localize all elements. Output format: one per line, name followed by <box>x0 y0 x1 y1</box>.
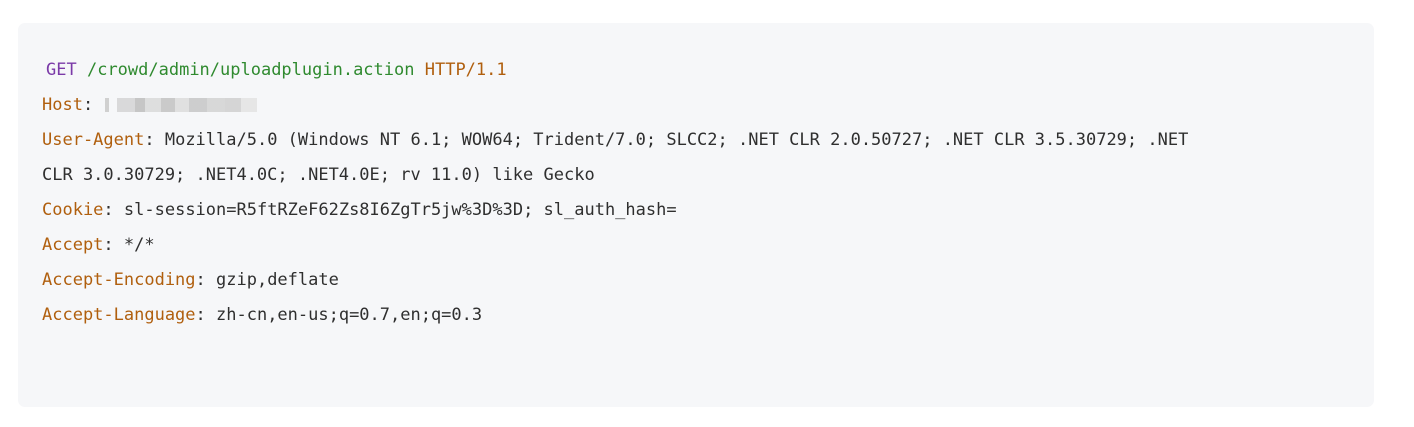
header-value-continued: CLR 3.0.30729; .NET4.0C; .NET4.0E; rv 11… <box>42 165 595 185</box>
header-value: sl-session=R5ftRZeF62Zs8I6ZgTr5jw%3D%3D;… <box>123 200 677 220</box>
header-value: zh-cn,en-us;q=0.7,en;q=0.3 <box>216 305 483 325</box>
header-key: Host <box>42 95 83 115</box>
header-key: Cookie <box>42 200 104 220</box>
header-line-accept: Accept: */* <box>42 228 1374 263</box>
redacted-host-value <box>105 98 258 112</box>
header-line-host: Host: <box>42 88 1374 123</box>
header-value: Mozilla/5.0 (Windows NT 6.1; WOW64; Trid… <box>164 130 1189 150</box>
request-path: /crowd/admin/uploadplugin.action <box>86 60 415 80</box>
header-separator: : <box>195 270 217 290</box>
http-protocol: HTTP/1.1 <box>424 60 507 80</box>
header-key: Accept-Language <box>42 305 196 325</box>
header-line-accept-language: Accept-Language: zh-cn,en-us;q=0.7,en;q=… <box>42 298 1374 333</box>
header-key: User-Agent <box>42 130 145 150</box>
header-value: */* <box>123 235 155 255</box>
http-request-code-block: GET /crowd/admin/uploadplugin.action HTT… <box>18 23 1374 407</box>
header-separator: : <box>82 95 104 115</box>
request-line: GET /crowd/admin/uploadplugin.action HTT… <box>42 53 1374 88</box>
code-lines: GET /crowd/admin/uploadplugin.action HTT… <box>42 53 1374 333</box>
header-key: Accept-Encoding <box>42 270 196 290</box>
header-line-user-agent: User-Agent: Mozilla/5.0 (Windows NT 6.1;… <box>42 123 1374 158</box>
header-line-user-agent-continued: CLR 3.0.30729; .NET4.0C; .NET4.0E; rv 11… <box>42 158 1374 193</box>
header-separator: : <box>195 305 217 325</box>
header-separator: : <box>144 130 165 150</box>
header-key: Accept <box>42 235 104 255</box>
header-value: gzip,deflate <box>216 270 339 290</box>
header-separator: : <box>103 200 124 220</box>
http-method: GET <box>46 60 77 80</box>
header-line-accept-encoding: Accept-Encoding: gzip,deflate <box>42 263 1374 298</box>
header-line-cookie: Cookie: sl-session=R5ftRZeF62Zs8I6ZgTr5j… <box>42 193 1374 228</box>
header-separator: : <box>103 235 124 255</box>
